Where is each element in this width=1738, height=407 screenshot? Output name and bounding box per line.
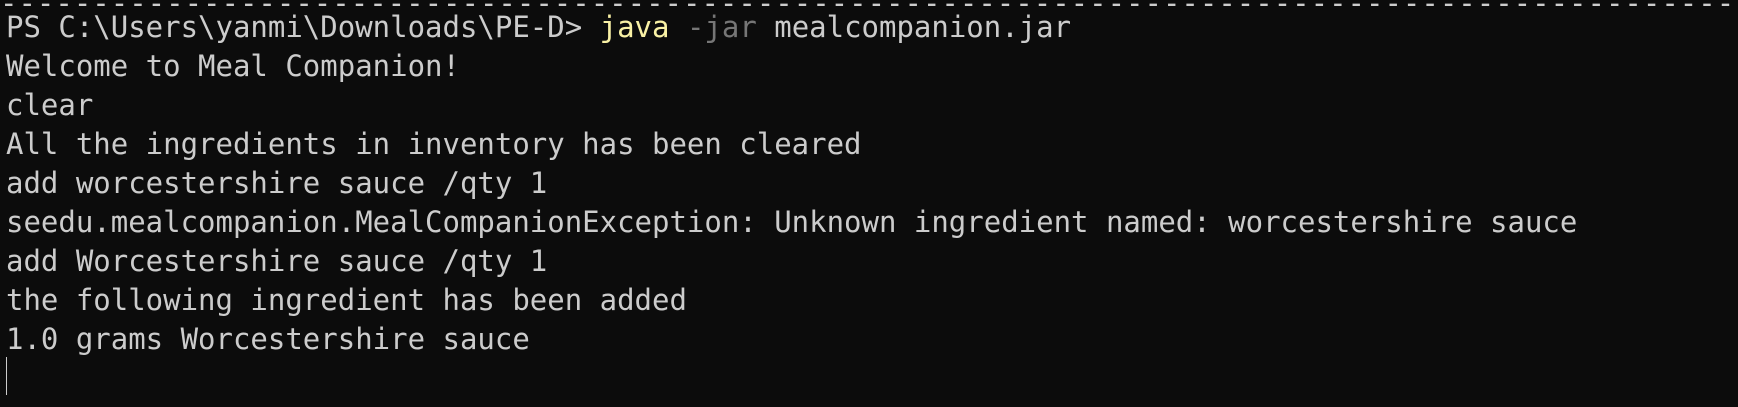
prompt-line: PS C:\Users\yanmi\Downloads\PE-D> java -… <box>6 9 1071 45</box>
text-cursor[interactable] <box>6 357 7 395</box>
output-line-added-ingredient: 1.0 grams Worcestershire sauce <box>6 322 530 356</box>
output-line-exception: seedu.mealcompanion.MealCompanionExcepti… <box>6 205 1578 239</box>
output-line-clear-command: clear <box>6 88 94 122</box>
output-line-cleared-message: All the ingredients in inventory has bee… <box>6 127 862 161</box>
output-line-add-command-lowercase: add worcestershire sauce /qty 1 <box>6 166 548 200</box>
output-line-welcome: Welcome to Meal Companion! <box>6 49 460 83</box>
output-line-add-command: add Worcestershire sauce /qty 1 <box>6 244 548 278</box>
command-name: java <box>599 10 670 44</box>
command-argument: mealcompanion.jar <box>756 10 1072 44</box>
output-line-added-message: the following ingredient has been added <box>6 283 687 317</box>
command-flag: -jar <box>686 10 757 44</box>
top-rule-divider: ----------------------------------------… <box>0 0 1738 6</box>
prompt-path: PS C:\Users\yanmi\Downloads\PE-D> <box>6 10 600 44</box>
terminal-window[interactable]: ----------------------------------------… <box>0 0 1738 407</box>
